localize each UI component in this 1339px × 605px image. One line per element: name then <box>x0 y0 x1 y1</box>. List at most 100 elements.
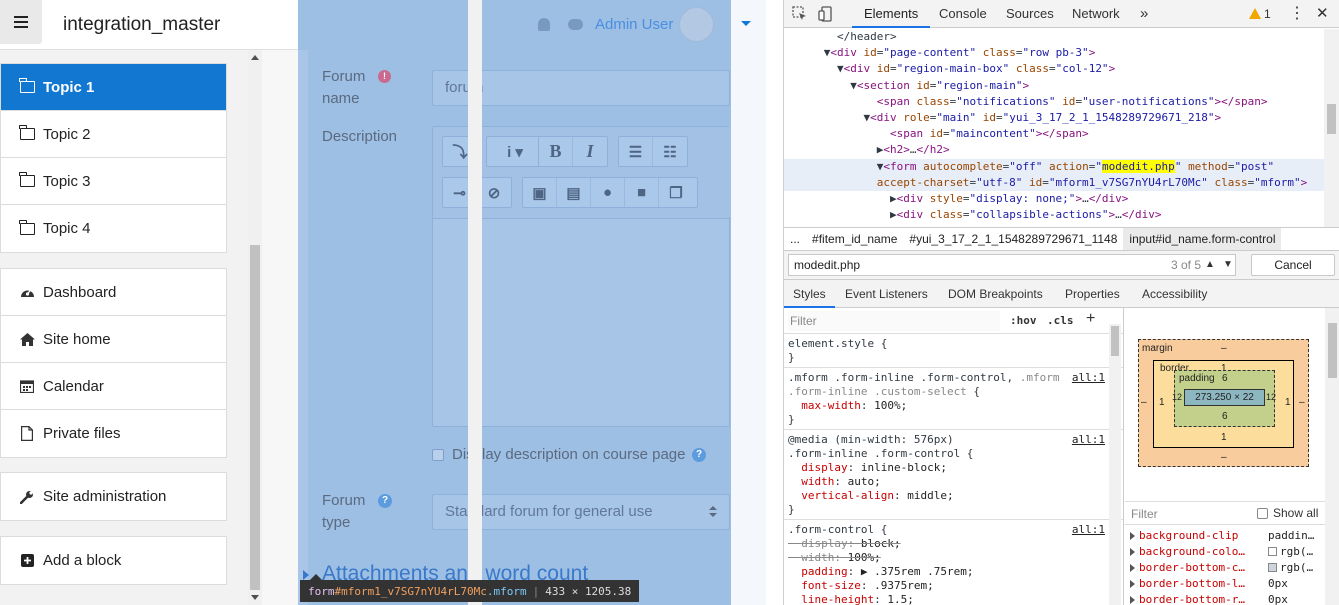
color-swatch <box>1268 547 1277 556</box>
search-cancel-button[interactable]: Cancel <box>1251 254 1335 276</box>
devtools-tabbar: Elements Console Sources Network » 1 ⋮ ✕ <box>784 0 1339 28</box>
breadcrumb-more[interactable]: ... <box>784 228 806 250</box>
dom-tree-scrollbar[interactable] <box>1324 29 1339 227</box>
dom-node-line[interactable]: accept-charset="utf-8" id="mform1_v7SG7n… <box>784 174 1324 191</box>
hover-state-toggle[interactable]: :hov <box>1010 314 1037 327</box>
box-model-margin[interactable]: margin – – – – border 1 1 1 1 padding 6 … <box>1138 339 1309 467</box>
search-previous-icon[interactable]: ▲ <box>1201 256 1219 274</box>
computed-scrollbar[interactable] <box>1325 308 1339 605</box>
dom-node-line[interactable]: <span id="maincontent"></span> <box>784 126 1324 142</box>
italic-icon[interactable]: I <box>573 137 607 166</box>
box-model-padding[interactable]: padding 6 6 12 12 273.250 × 22 <box>1172 370 1276 427</box>
warning-badge[interactable]: 1 <box>1249 7 1271 21</box>
kebab-menu-icon[interactable]: ⋮ <box>1289 0 1305 28</box>
tab-console[interactable]: Console <box>939 0 987 28</box>
dom-node-line[interactable]: ▼<div id="region-main-box" class="col-12… <box>784 61 1324 77</box>
computed-property-row[interactable]: background-clip paddin… <box>1125 528 1325 544</box>
dom-search-input[interactable]: modedit.php 3 of 5 ▲ ▼ <box>788 254 1236 276</box>
display-description-checkbox[interactable] <box>432 449 444 461</box>
computed-properties[interactable]: background-clip paddin… background-colo… rg… <box>1125 528 1325 605</box>
tab-styles[interactable]: Styles <box>784 280 835 308</box>
manage-files-icon[interactable]: ❐ <box>659 178 693 207</box>
dom-node-line[interactable]: ▼<form autocomplete="off" action="modedi… <box>784 158 1324 175</box>
dom-node-line[interactable]: ▼<div role="main" id="yui_3_17_2_1_15482… <box>784 110 1324 126</box>
dom-node-line[interactable]: ▼<section id="region-main"> <box>784 78 1324 94</box>
dom-node-line[interactable]: ▼<div id="page-content" class="row pb-3"… <box>784 45 1324 61</box>
class-toggle[interactable]: .cls <box>1047 314 1074 327</box>
section-expand-icon[interactable] <box>303 570 309 580</box>
breadcrumb-item[interactable]: #fitem_id_name <box>806 228 903 250</box>
nav-item-calendar[interactable]: Calendar <box>1 363 226 410</box>
computed-property-row[interactable]: border-bottom-c… rgb(… <box>1125 560 1325 576</box>
show-all-checkbox[interactable] <box>1257 508 1268 519</box>
styles-scrollbar[interactable] <box>1109 324 1121 605</box>
tab-accessibility[interactable]: Accessibility <box>1142 280 1207 308</box>
help-icon[interactable]: ? <box>692 448 706 462</box>
tab-sources[interactable]: Sources <box>1006 0 1054 28</box>
user-name[interactable]: Admin User <box>595 16 673 33</box>
nav-item-topic-2[interactable]: Topic 2 <box>1 111 226 158</box>
css-rule[interactable]: element.style {} <box>784 334 1123 368</box>
css-rule[interactable]: .form-control { display: block; width: 1… <box>784 520 1123 605</box>
nav-item-topic-4[interactable]: Topic 4 <box>1 205 226 252</box>
tab-dom-breakpoints[interactable]: DOM Breakpoints <box>948 280 1043 308</box>
bell-icon[interactable] <box>538 17 550 31</box>
ordered-list-icon[interactable]: ☷ <box>653 137 687 166</box>
nav-item-topic-1[interactable]: Topic 1 <box>1 64 226 111</box>
dom-tree[interactable]: </header> ▼<div id="page-content" class=… <box>784 29 1324 227</box>
hamburger-icon[interactable] <box>0 0 42 44</box>
computed-property-row[interactable]: background-colo… rgb(… <box>1125 544 1325 560</box>
search-next-icon[interactable]: ▼ <box>1219 256 1237 274</box>
nav-item-site-administration[interactable]: Site administration <box>1 473 226 520</box>
microphone-icon[interactable]: ● <box>591 178 625 207</box>
page-scrollbar[interactable] <box>468 0 482 605</box>
tab-event-listeners[interactable]: Event Listeners <box>845 280 928 308</box>
css-rule[interactable]: @media (min-width: 576px) .form-inline .f… <box>784 430 1123 520</box>
inspect-element-icon[interactable] <box>792 6 808 22</box>
dom-node-line[interactable]: </header> <box>784 29 1324 45</box>
image-icon[interactable]: ▣ <box>523 178 557 207</box>
device-toolbar-icon[interactable] <box>818 6 834 22</box>
expand-triangle-icon <box>1130 596 1135 604</box>
media-icon[interactable]: ▤ <box>557 178 591 207</box>
tab-properties[interactable]: Properties <box>1065 280 1120 308</box>
dom-node-line[interactable]: ▶<div style="display: none;">…</div> <box>784 191 1324 207</box>
nav-item-topic-3[interactable]: Topic 3 <box>1 158 226 205</box>
css-rules[interactable]: element.style {} .mform .form-inline .for… <box>784 334 1123 605</box>
unordered-list-icon[interactable]: ☰ <box>619 137 653 166</box>
breadcrumb-item-current[interactable]: input#id_name.form-control <box>1123 228 1282 250</box>
add-block-button[interactable]: Add a block <box>1 537 226 584</box>
tab-network[interactable]: Network <box>1072 0 1120 28</box>
tab-elements[interactable]: Elements <box>852 0 931 28</box>
new-rule-icon[interactable]: + <box>1086 310 1095 328</box>
more-tabs-icon[interactable]: » <box>1140 0 1148 28</box>
video-icon[interactable]: ■ <box>625 178 659 207</box>
box-model-border[interactable]: border 1 1 1 1 padding 6 6 12 12 273.250… <box>1153 360 1294 448</box>
computed-property-row[interactable]: border-bottom-r… 0px <box>1125 592 1325 605</box>
help-icon[interactable]: ? <box>378 494 392 508</box>
dom-node-line[interactable]: <span class="notifications" id="user-not… <box>784 94 1324 110</box>
drawer-scrollbar[interactable] <box>248 50 262 605</box>
bold-icon[interactable]: B <box>539 137 573 166</box>
styles-filter-input[interactable] <box>788 311 1000 331</box>
site-title[interactable]: integration_master <box>63 14 220 36</box>
unlink-icon[interactable]: ⊘ <box>477 178 511 207</box>
paragraph-style-icon[interactable]: i ▾ <box>487 137 543 166</box>
breadcrumb-item[interactable]: #yui_3_17_2_1_1548289729671_1148 <box>903 228 1123 250</box>
nav-item-site-home[interactable]: Site home <box>1 316 226 363</box>
chevron-down-icon[interactable] <box>741 21 751 26</box>
css-rule[interactable]: .mform .form-inline .form-control, .mfor… <box>784 368 1123 430</box>
dom-node-line[interactable]: ▶<h2>…</h2> <box>784 142 1324 158</box>
message-icon[interactable] <box>568 18 583 30</box>
forum-name-label: Forum name <box>322 68 366 107</box>
nav-item-label: Topic 1 <box>43 78 95 96</box>
nav-item-private-files[interactable]: Private files <box>1 410 226 457</box>
avatar[interactable] <box>679 6 715 42</box>
nav-item-dashboard[interactable]: Dashboard <box>1 269 226 316</box>
expand-triangle-icon <box>1130 548 1135 556</box>
computed-property-row[interactable]: border-bottom-l… 0px <box>1125 576 1325 592</box>
close-icon[interactable]: ✕ <box>1316 0 1329 28</box>
box-model-content[interactable]: 273.250 × 22 <box>1184 389 1265 406</box>
dom-node-line[interactable]: ▶<div class="collapsible-actions">…</div… <box>784 207 1324 223</box>
computed-filter-input[interactable]: Filter <box>1131 507 1158 521</box>
